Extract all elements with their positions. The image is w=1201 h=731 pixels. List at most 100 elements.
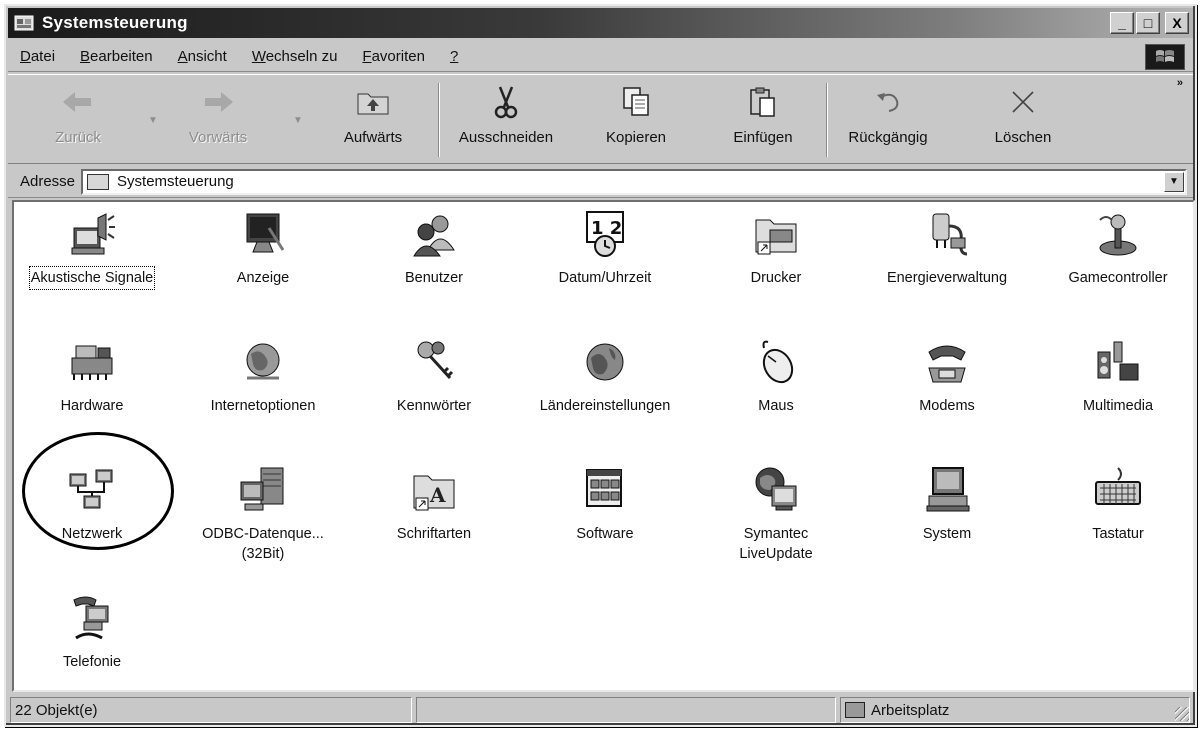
- control-panel-item[interactable]: Modems: [867, 338, 1027, 416]
- control-panel-item-label: Anzeige: [236, 270, 290, 286]
- up-button[interactable]: Aufwärts: [313, 85, 433, 146]
- power-plug-icon: [923, 210, 971, 258]
- control-panel-item[interactable]: Maus: [696, 338, 856, 416]
- control-panel-item[interactable]: 1 2 Datum/Uhrzeit: [525, 210, 685, 288]
- cut-button[interactable]: Ausschneiden: [446, 85, 566, 146]
- control-panel-item-label: Maus: [758, 398, 794, 414]
- toolbar-separator: [438, 83, 440, 157]
- copy-button[interactable]: Kopieren: [576, 85, 696, 146]
- control-panel-item[interactable]: Ländereinstellungen: [525, 338, 685, 416]
- control-panel-item[interactable]: Hardware: [12, 338, 172, 416]
- control-panel-item-label: Schriftarten: [396, 526, 472, 542]
- svg-text:A: A: [429, 483, 446, 507]
- menu-label: earbeiten: [90, 48, 153, 65]
- forward-button[interactable]: Vorwärts: [158, 85, 278, 146]
- forward-arrow-icon: [198, 85, 238, 119]
- menu-accel: D: [20, 48, 31, 65]
- menu-label: echseln zu: [265, 48, 338, 65]
- up-label: Aufwärts: [343, 129, 403, 146]
- menu-ansicht[interactable]: Ansicht: [176, 46, 229, 67]
- address-value: Systemsteuerung: [117, 173, 234, 190]
- control-panel-item-label: Internetoptionen: [210, 398, 316, 414]
- multimedia-icon: [1094, 338, 1142, 386]
- status-bar: 22 Objekt(e) Arbeitsplatz: [8, 696, 1193, 724]
- window-title: Systemsteuerung: [42, 13, 188, 32]
- paste-button[interactable]: Einfügen: [703, 85, 823, 146]
- delete-button[interactable]: Löschen: [963, 85, 1083, 146]
- address-bar: Adresse Systemsteuerung ▼: [8, 166, 1193, 198]
- menu-favoriten[interactable]: Favoriten: [360, 46, 427, 67]
- delete-x-icon: [1003, 85, 1043, 119]
- menu-accel: ?: [449, 48, 459, 65]
- keys-icon: [410, 338, 458, 386]
- control-panel-item-label: Energieverwaltung: [886, 270, 1008, 286]
- control-panel-items: Akustische Signale Anzeige Benutzer 1 2 Datu…: [12, 200, 1195, 692]
- control-panel-item-label: Datum/Uhrzeit: [558, 270, 652, 286]
- telephony-icon: [68, 594, 116, 642]
- menu-label: avoriten: [371, 48, 425, 65]
- control-panel-item[interactable]: ODBC-Datenque... (32Bit): [183, 466, 343, 564]
- control-panel-item[interactable]: Drucker: [696, 210, 856, 288]
- copy-icon: [616, 85, 656, 119]
- menu-bearbeiten[interactable]: Bearbeiten: [78, 46, 155, 67]
- maximize-button[interactable]: □: [1136, 12, 1160, 34]
- back-button[interactable]: Zurück: [18, 85, 138, 146]
- control-panel-item[interactable]: Netzwerk: [12, 466, 172, 544]
- forward-dropdown-icon[interactable]: ▼: [293, 115, 303, 126]
- control-panel-item[interactable]: Internetoptionen: [183, 338, 343, 416]
- control-panel-item-label: Gamecontroller: [1068, 270, 1168, 286]
- control-panel-item[interactable]: Software: [525, 466, 685, 544]
- control-panel-item[interactable]: Gamecontroller: [1038, 210, 1198, 288]
- control-panel-item-label: Kennwörter: [396, 398, 472, 414]
- status-location-text: Arbeitsplatz: [871, 701, 950, 719]
- minimize-button[interactable]: _: [1110, 12, 1134, 34]
- resize-grip[interactable]: [1175, 707, 1189, 721]
- menu-help[interactable]: ?: [448, 46, 460, 67]
- menu-datei[interactable]: Datei: [18, 46, 57, 67]
- control-panel-item[interactable]: Symantec LiveUpdate: [696, 466, 856, 564]
- control-panel-item[interactable]: System: [867, 466, 1027, 544]
- undo-button[interactable]: Rückgängig: [828, 85, 948, 146]
- toolbar-overflow-icon[interactable]: »: [1177, 77, 1183, 89]
- fonts-folder-icon: A: [410, 466, 458, 514]
- control-panel-item-label: Modems: [919, 398, 975, 414]
- database-icon: [239, 466, 287, 514]
- control-panel-item-label: Telefonie: [62, 654, 122, 670]
- control-panel-item-label: Symantec LiveUpdate: [739, 526, 813, 562]
- control-panel-item[interactable]: Multimedia: [1038, 338, 1198, 416]
- windows-logo-icon: [1145, 44, 1185, 70]
- control-panel-item[interactable]: Energieverwaltung: [867, 210, 1027, 288]
- control-panel-item[interactable]: A Schriftarten: [354, 466, 514, 544]
- control-panel-icon: [14, 14, 34, 32]
- address-field[interactable]: Systemsteuerung ▼: [81, 168, 1187, 195]
- menu-label: nsicht: [187, 48, 227, 65]
- keyboard-icon: [1094, 466, 1142, 514]
- mouse-icon: [752, 338, 800, 386]
- control-panel-item[interactable]: Akustische Signale: [12, 210, 172, 290]
- control-panel-item-label: Drucker: [750, 270, 802, 286]
- title-bar[interactable]: Systemsteuerung _ □ X: [8, 8, 1193, 38]
- globe-icon: [239, 338, 287, 386]
- control-panel-item[interactable]: Benutzer: [354, 210, 514, 288]
- back-arrow-icon: [58, 85, 98, 119]
- control-panel-item[interactable]: Anzeige: [183, 210, 343, 288]
- scissors-icon: [486, 85, 526, 119]
- address-label: Adresse: [20, 173, 76, 190]
- menu-wechseln-zu[interactable]: Wechseln zu: [250, 46, 340, 67]
- speaker-computer-icon: [68, 210, 116, 258]
- menu-accel: W: [251, 48, 266, 65]
- printer-folder-icon: [752, 210, 800, 258]
- my-computer-icon: [845, 702, 865, 718]
- status-count: 22 Objekt(e): [10, 697, 412, 723]
- control-panel-item[interactable]: Kennwörter: [354, 338, 514, 416]
- control-panel-item[interactable]: Telefonie: [12, 594, 172, 672]
- control-panel-item[interactable]: Tastatur: [1038, 466, 1198, 544]
- undo-icon: [868, 85, 908, 119]
- close-button[interactable]: X: [1165, 12, 1189, 34]
- forward-label: Vorwärts: [188, 129, 248, 146]
- address-dropdown-button[interactable]: ▼: [1164, 171, 1184, 192]
- back-dropdown-icon[interactable]: ▼: [148, 115, 158, 126]
- back-label: Zurück: [55, 129, 101, 146]
- menu-accel: A: [177, 48, 188, 65]
- status-middle: [416, 697, 836, 723]
